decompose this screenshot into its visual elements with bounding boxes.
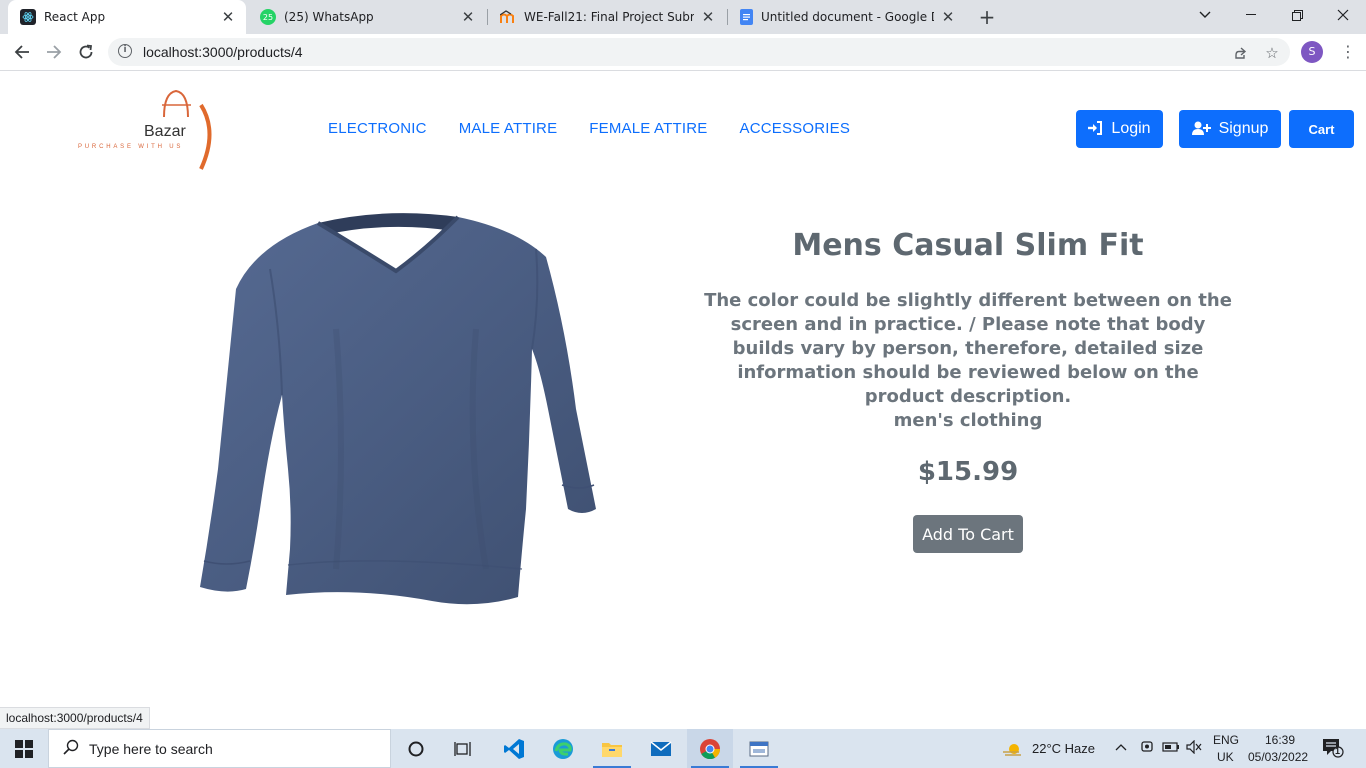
windows-start-icon[interactable] [0, 729, 48, 768]
volume-muted-icon[interactable] [1186, 739, 1202, 757]
tab-whatsapp[interactable]: 25 (25) WhatsApp ✕ [248, 0, 486, 34]
search-icon [63, 739, 79, 759]
mail-icon[interactable] [638, 729, 684, 768]
tab-google-docs[interactable]: Untitled document - Google Doc ✕ [728, 0, 966, 34]
weather-text[interactable]: 22°C Haze [1032, 741, 1095, 756]
notification-count: 1 [1335, 746, 1341, 756]
minimize-icon[interactable] [1228, 0, 1274, 30]
battery-icon[interactable] [1162, 741, 1180, 756]
page-content: Bazar PURCHASE WITH US ELECTRONIC MALE A… [0, 71, 1366, 729]
category-nav: ELECTRONIC MALE ATTIRE FEMALE ATTIRE ACC… [328, 120, 850, 137]
profile-avatar[interactable]: S [1301, 41, 1323, 63]
address-bar[interactable]: i localhost:3000/products/4 ☆ [108, 38, 1290, 66]
file-explorer-icon[interactable] [589, 729, 635, 768]
search-placeholder: Type here to search [89, 740, 213, 757]
snipping-tool-icon[interactable] [736, 729, 782, 768]
taskbar-search-input[interactable]: Type here to search [48, 729, 391, 768]
nav-male-attire[interactable]: MALE ATTIRE [459, 120, 558, 137]
react-icon [20, 9, 36, 25]
moodle-icon [500, 9, 516, 25]
browser-tab-strip: React App ✕ 25 (25) WhatsApp ✕ WE-Fall21… [0, 0, 1366, 34]
language-region[interactable]: UK [1217, 750, 1234, 764]
vscode-icon[interactable] [491, 729, 537, 768]
chevron-up-icon[interactable] [1115, 739, 1127, 755]
signup-button[interactable]: Signup [1179, 110, 1281, 148]
signup-label: Signup [1218, 120, 1269, 137]
logo-tagline: PURCHASE WITH US [78, 144, 184, 150]
close-tab-icon[interactable]: ✕ [700, 9, 716, 25]
site-info-icon[interactable]: i [118, 44, 132, 58]
windows-taskbar: Type here to search 22°C Haze ENG UK 16: [0, 729, 1366, 768]
sign-in-icon [1088, 120, 1103, 138]
clock-time[interactable]: 16:39 [1265, 733, 1295, 747]
product-image [196, 209, 600, 611]
close-tab-icon[interactable]: ✕ [940, 9, 956, 25]
weather-sun-haze-icon[interactable] [990, 729, 1034, 768]
product-description: The color could be slightly different be… [704, 290, 1232, 407]
browser-toolbar: i localhost:3000/products/4 ☆ S ⋮ [0, 34, 1366, 71]
restore-icon[interactable] [1274, 0, 1320, 30]
language-code[interactable]: ENG [1213, 733, 1239, 747]
nav-electronic[interactable]: ELECTRONIC [328, 120, 427, 137]
close-tab-icon[interactable]: ✕ [220, 9, 236, 25]
product-title: Mens Casual Slim Fit [792, 228, 1144, 263]
task-view-icon[interactable] [440, 729, 486, 768]
url-text[interactable]: localhost:3000/products/4 [143, 44, 303, 60]
cart-label: Cart [1308, 121, 1335, 137]
cart-button[interactable]: Cart [1289, 110, 1354, 148]
tab-title: (25) WhatsApp [284, 10, 374, 24]
clock-date[interactable]: 05/03/2022 [1248, 750, 1308, 764]
tab-title: React App [44, 10, 106, 24]
add-to-cart-button[interactable]: Add To Cart [913, 515, 1023, 553]
cortana-icon[interactable] [393, 729, 439, 768]
nav-female-attire[interactable]: FEMALE ATTIRE [589, 120, 707, 137]
whatsapp-icon: 25 [260, 9, 276, 25]
tab-react-app[interactable]: React App ✕ [8, 0, 246, 34]
bookmark-star-icon[interactable]: ☆ [1264, 45, 1280, 61]
product-category: men's clothing [893, 410, 1043, 431]
edge-icon[interactable] [540, 729, 586, 768]
meet-now-icon[interactable] [1140, 739, 1154, 758]
tab-moodle[interactable]: WE-Fall21: Final Project Submissi ✕ [488, 0, 726, 34]
browser-menu-icon[interactable]: ⋮ [1340, 40, 1356, 64]
forward-arrow-icon[interactable] [40, 38, 68, 66]
logo-text: Bazar [144, 123, 186, 140]
reload-icon[interactable] [72, 38, 100, 66]
close-window-icon[interactable] [1320, 0, 1366, 30]
share-icon[interactable] [1232, 45, 1248, 61]
notification-icon[interactable] [1322, 738, 1344, 761]
tab-title: Untitled document - Google Doc [761, 10, 934, 24]
close-tab-icon[interactable]: ✕ [460, 9, 476, 25]
tab-title: WE-Fall21: Final Project Submissi [524, 10, 694, 24]
bazar-logo[interactable]: Bazar PURCHASE WITH US [76, 87, 221, 175]
google-docs-icon [740, 9, 753, 25]
nav-accessories[interactable]: ACCESSORIES [739, 120, 850, 137]
add-to-cart-label: Add To Cart [922, 524, 1014, 544]
back-arrow-icon[interactable] [8, 38, 36, 66]
new-tab-icon[interactable]: + [976, 6, 998, 28]
login-label: Login [1111, 120, 1151, 137]
product-price: $15.99 [917, 457, 1019, 487]
long-sleeve-shirt-image [200, 213, 596, 605]
whatsapp-badge: 25 [262, 12, 274, 22]
user-plus-icon [1191, 121, 1211, 138]
chrome-icon[interactable] [687, 729, 733, 768]
login-button[interactable]: Login [1076, 110, 1163, 148]
tab-search-chevron-icon[interactable] [1182, 0, 1228, 30]
status-bar-url: localhost:3000/products/4 [0, 707, 150, 729]
